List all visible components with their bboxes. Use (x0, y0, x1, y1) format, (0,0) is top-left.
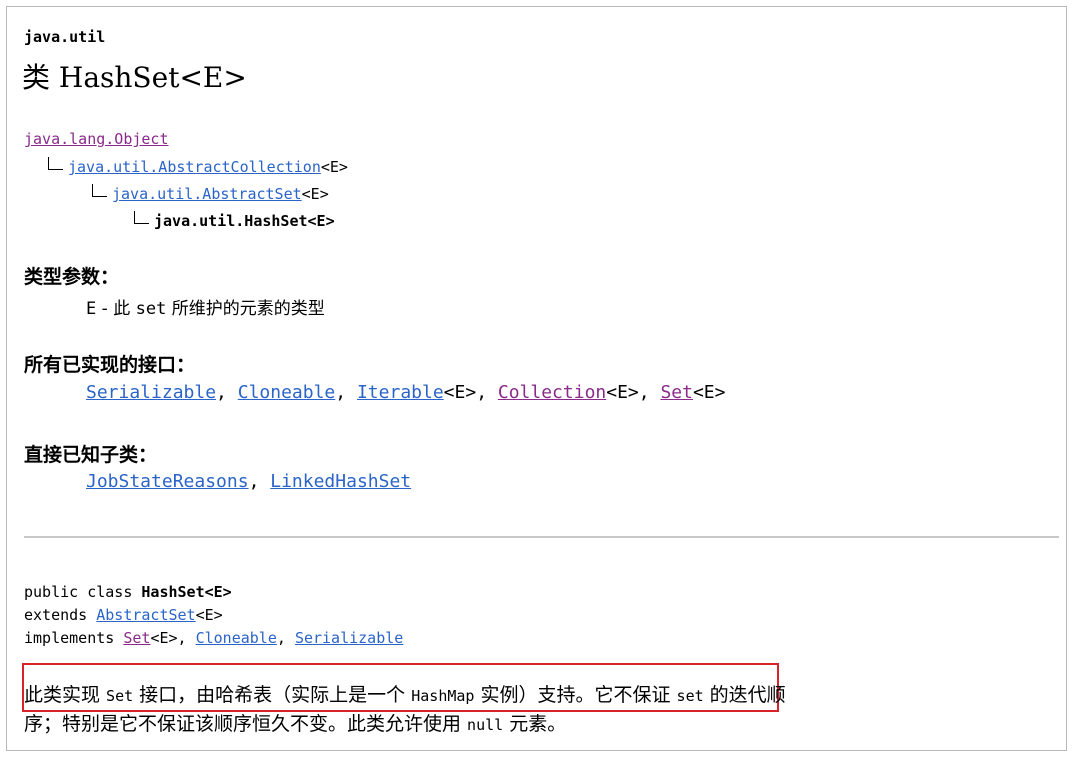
current-class: java.util.HashSet<E> (154, 212, 335, 230)
hierarchy-level-0: java.lang.Object (24, 130, 169, 148)
link-java-lang-object[interactable]: java.lang.Object (24, 130, 169, 148)
type-params-heading: 类型参数： (24, 266, 120, 288)
interfaces-heading: 所有已实现的接口： (24, 354, 196, 376)
package-name: java.util (24, 28, 106, 46)
link-abstract-collection[interactable]: java.util.AbstractCollection (68, 158, 321, 176)
hierarchy-level-3: java.util.HashSet<E> (134, 211, 335, 230)
decl-extends: extends (24, 606, 97, 624)
param-name: E (86, 299, 97, 319)
desc-text: 序；特别是它不保证该顺序恒久不变。此类允许使用 (24, 713, 468, 735)
type-params-body: E - 此 set 所维护的元素的类型 (86, 294, 325, 319)
tree-elbow-icon (92, 184, 107, 197)
desc-text: 的迭代顺 (703, 684, 786, 706)
desc-code: Set (106, 687, 134, 705)
desc-text: 元素。 (503, 713, 567, 735)
interfaces-list: Serializable, Cloneable, Iterable<E>, Co… (86, 382, 726, 403)
link-collection[interactable]: Collection (498, 382, 606, 403)
desc-text: 实例）支持。它不保证 (474, 684, 677, 706)
desc-text: 此类实现 (24, 684, 107, 706)
desc-code: null (467, 716, 504, 734)
tree-elbow-icon (134, 211, 149, 224)
link-decl-serializable[interactable]: Serializable (295, 629, 403, 647)
desc-text: 接口，由哈希表（实际上是一个 (133, 684, 412, 706)
separator: , (276, 629, 295, 647)
param-desc: 所维护的元素的类型 (166, 299, 325, 319)
section-divider (24, 536, 1059, 538)
type-suffix: <E>, (150, 629, 196, 647)
declaration-line-1: public class HashSet<E> (24, 583, 232, 601)
type-suffix: <E> (320, 158, 348, 176)
type-suffix: <E> (692, 382, 726, 403)
link-iterable[interactable]: Iterable (357, 382, 444, 403)
page-title: 类 HashSet<E> (22, 56, 247, 96)
hierarchy-level-2: java.util.AbstractSet<E> (92, 184, 329, 203)
link-decl-abstract-set[interactable]: AbstractSet (96, 606, 195, 624)
link-linked-hash-set[interactable]: LinkedHashSet (270, 471, 411, 492)
subclasses-heading: 直接已知子类： (24, 444, 158, 466)
decl-class-name: HashSet<E> (141, 583, 232, 601)
title-prefix: 类 (22, 61, 51, 94)
declaration-line-2: extends AbstractSet<E> (24, 606, 223, 624)
tree-elbow-icon (48, 157, 63, 170)
decl-implements: implements (24, 629, 124, 647)
hierarchy-level-1: java.util.AbstractCollection<E> (48, 157, 348, 176)
type-suffix: <E> (195, 606, 223, 624)
link-decl-set[interactable]: Set (123, 629, 150, 647)
param-set-word: set (135, 299, 167, 319)
description-line-1: 此类实现 Set 接口，由哈希表（实际上是一个 HashMap 实例）支持。它不… (24, 680, 786, 707)
param-dash: - 此 (96, 299, 136, 319)
link-abstract-set[interactable]: java.util.AbstractSet (112, 185, 302, 203)
declaration-line-3: implements Set<E>, Cloneable, Serializab… (24, 629, 403, 647)
link-set[interactable]: Set (660, 382, 693, 403)
description-line-2: 序；特别是它不保证该顺序恒久不变。此类允许使用 null 元素。 (24, 709, 566, 736)
link-job-state-reasons[interactable]: JobStateReasons (86, 471, 249, 492)
link-decl-cloneable[interactable]: Cloneable (196, 629, 277, 647)
subclasses-list: JobStateReasons, LinkedHashSet (86, 471, 412, 492)
desc-code: HashMap (411, 687, 475, 705)
desc-code: set (676, 687, 704, 705)
type-suffix: <E> (443, 382, 477, 403)
type-suffix: <E> (606, 382, 639, 403)
type-suffix: <E> (301, 185, 329, 203)
link-serializable[interactable]: Serializable (86, 382, 216, 403)
link-cloneable[interactable]: Cloneable (238, 382, 336, 403)
title-class: HashSet<E> (58, 61, 247, 94)
decl-keyword: public class (24, 583, 142, 601)
